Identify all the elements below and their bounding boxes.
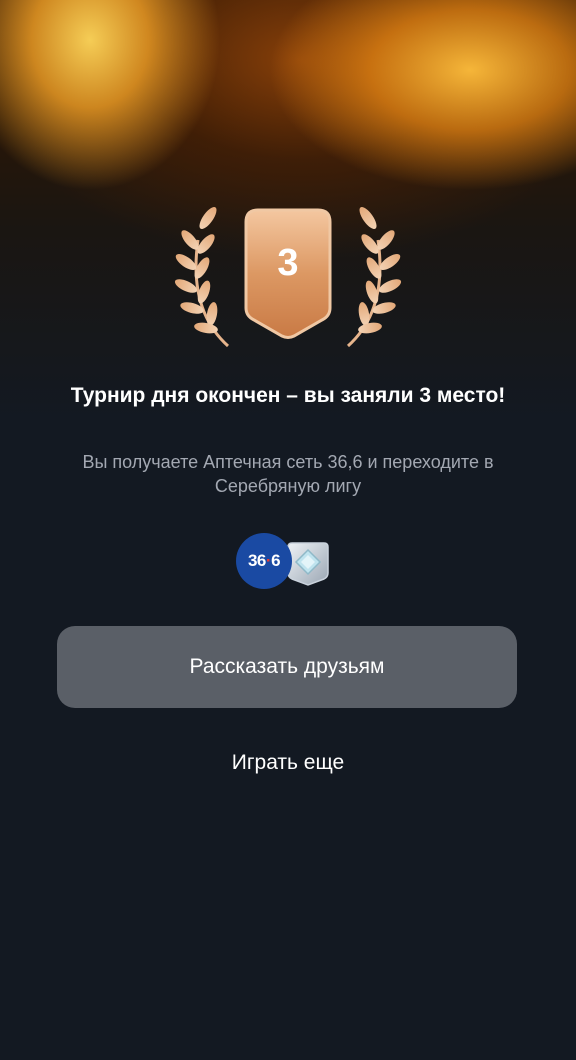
- share-with-friends-button[interactable]: Рассказать друзьям: [57, 626, 517, 708]
- tournament-result-screen: 3 Турнир дня окончен – вы заняли 3 место…: [0, 0, 576, 1060]
- pharmacy-36-6-logo: 36 · 6: [236, 533, 292, 589]
- rewards-row: 36 · 6: [236, 533, 340, 591]
- play-again-link[interactable]: Играть еще: [188, 748, 388, 778]
- bronze-place-badge: 3: [168, 200, 408, 350]
- place-number: 3: [277, 242, 299, 284]
- result-subtitle: Вы получаете Аптечная сеть 36,6 и перехо…: [82, 452, 494, 496]
- pharmacy-logo-text-b: 6: [271, 551, 281, 570]
- result-title: Турнир дня окончен – вы заняли 3 место!: [70, 384, 506, 407]
- pharmacy-logo-text-a: 36: [247, 551, 266, 570]
